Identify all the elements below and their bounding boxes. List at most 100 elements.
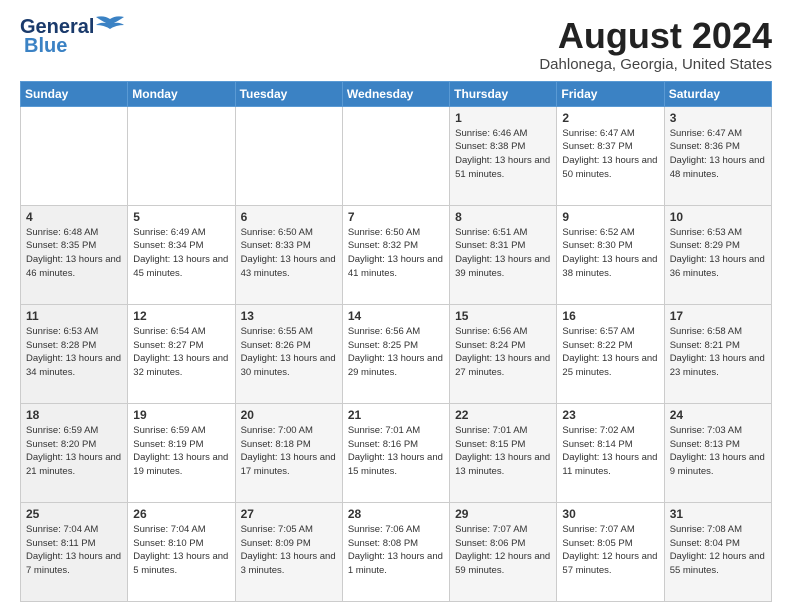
- day-info: Sunrise: 7:01 AMSunset: 8:15 PMDaylight:…: [455, 424, 551, 479]
- day-number: 28: [348, 507, 444, 521]
- calendar-cell: 4Sunrise: 6:48 AMSunset: 8:35 PMDaylight…: [21, 205, 128, 304]
- calendar-cell: 6 Sunrise: 6:50 AMSunset: 8:33 PMDaylight…: [235, 205, 342, 304]
- calendar-cell: 21Sunrise: 7:01 AMSunset: 8:16 PMDayligh…: [342, 403, 449, 502]
- day-number: 22: [455, 408, 551, 422]
- calendar-cell: [128, 106, 235, 205]
- day-info: Sunrise: 7:08 AMSunset: 8:04 PMDaylight:…: [670, 523, 766, 578]
- day-info: Sunrise: 7:04 AMSunset: 8:11 PMDaylight:…: [26, 523, 122, 578]
- day-number: 4: [26, 210, 122, 224]
- day-info: Sunrise: 6:53 AMSunset: 8:28 PMDaylight:…: [26, 325, 122, 380]
- day-number: 13: [241, 309, 337, 323]
- calendar-cell: 11Sunrise: 6:53 AMSunset: 8:28 PMDayligh…: [21, 304, 128, 403]
- calendar-cell: 16 Sunrise: 6:57 AMSunset: 8:22 PMDayligh…: [557, 304, 664, 403]
- calendar-cell: 8 Sunrise: 6:51 AMSunset: 8:31 PMDaylight…: [450, 205, 557, 304]
- header: General Blue August 2024 Dahlonega, Geor…: [20, 16, 772, 73]
- day-number: 27: [241, 507, 337, 521]
- day-info: Sunrise: 6:50 AMSunset: 8:33 PMDaylight:…: [241, 226, 337, 281]
- day-info: Sunrise: 6:49 AMSunset: 8:34 PMDaylight:…: [133, 226, 229, 281]
- calendar-cell: 17Sunrise: 6:58 AMSunset: 8:21 PMDayligh…: [664, 304, 771, 403]
- header-day-wednesday: Wednesday: [342, 81, 449, 106]
- week-row-2: 11Sunrise: 6:53 AMSunset: 8:28 PMDayligh…: [21, 304, 772, 403]
- day-number: 6: [241, 210, 337, 224]
- header-day-saturday: Saturday: [664, 81, 771, 106]
- week-row-1: 4Sunrise: 6:48 AMSunset: 8:35 PMDaylight…: [21, 205, 772, 304]
- day-number: 15: [455, 309, 551, 323]
- day-info: Sunrise: 6:47 AMSunset: 8:36 PMDaylight:…: [670, 127, 766, 182]
- day-info: Sunrise: 6:52 AMSunset: 8:30 PMDaylight:…: [562, 226, 658, 281]
- day-info: Sunrise: 6:47 AMSunset: 8:37 PMDaylight:…: [562, 127, 658, 182]
- calendar-cell: 27 Sunrise: 7:05 AMSunset: 8:09 PMDayligh…: [235, 502, 342, 601]
- calendar-cell: 15 Sunrise: 6:56 AMSunset: 8:24 PMDayligh…: [450, 304, 557, 403]
- day-number: 24: [670, 408, 766, 422]
- day-info: Sunrise: 7:07 AMSunset: 8:06 PMDaylight:…: [455, 523, 551, 578]
- header-day-friday: Friday: [557, 81, 664, 106]
- header-day-monday: Monday: [128, 81, 235, 106]
- day-info: Sunrise: 7:02 AMSunset: 8:14 PMDaylight:…: [562, 424, 658, 479]
- day-number: 7: [348, 210, 444, 224]
- location: Dahlonega, Georgia, United States: [539, 56, 772, 73]
- logo-bird-icon: [96, 15, 124, 37]
- day-info: Sunrise: 7:01 AMSunset: 8:16 PMDaylight:…: [348, 424, 444, 479]
- calendar-cell: 31Sunrise: 7:08 AMSunset: 8:04 PMDayligh…: [664, 502, 771, 601]
- calendar-cell: [21, 106, 128, 205]
- day-info: Sunrise: 6:59 AMSunset: 8:19 PMDaylight:…: [133, 424, 229, 479]
- calendar-cell: 14 Sunrise: 6:56 AMSunset: 8:25 PMDayligh…: [342, 304, 449, 403]
- logo-blue: Blue: [24, 35, 67, 58]
- calendar-cell: 2 Sunrise: 6:47 AMSunset: 8:37 PMDaylight…: [557, 106, 664, 205]
- header-day-thursday: Thursday: [450, 81, 557, 106]
- day-info: Sunrise: 7:04 AMSunset: 8:10 PMDaylight:…: [133, 523, 229, 578]
- day-number: 30: [562, 507, 658, 521]
- day-info: Sunrise: 6:59 AMSunset: 8:20 PMDaylight:…: [26, 424, 122, 479]
- day-info: Sunrise: 6:54 AMSunset: 8:27 PMDaylight:…: [133, 325, 229, 380]
- day-number: 19: [133, 408, 229, 422]
- week-row-0: 1Sunrise: 6:46 AMSunset: 8:38 PMDaylight…: [21, 106, 772, 205]
- calendar-cell: [342, 106, 449, 205]
- calendar-cell: 3 Sunrise: 6:47 AMSunset: 8:36 PMDaylight…: [664, 106, 771, 205]
- day-number: 23: [562, 408, 658, 422]
- day-info: Sunrise: 7:05 AMSunset: 8:09 PMDaylight:…: [241, 523, 337, 578]
- calendar-cell: 7Sunrise: 6:50 AMSunset: 8:32 PMDaylight…: [342, 205, 449, 304]
- calendar-cell: 23 Sunrise: 7:02 AMSunset: 8:14 PMDayligh…: [557, 403, 664, 502]
- day-info: Sunrise: 7:00 AMSunset: 8:18 PMDaylight:…: [241, 424, 337, 479]
- month-title: August 2024: [539, 16, 772, 56]
- calendar-cell: 5Sunrise: 6:49 AMSunset: 8:34 PMDaylight…: [128, 205, 235, 304]
- day-number: 12: [133, 309, 229, 323]
- day-info: Sunrise: 7:07 AMSunset: 8:05 PMDaylight:…: [562, 523, 658, 578]
- day-info: Sunrise: 6:46 AMSunset: 8:38 PMDaylight:…: [455, 127, 551, 182]
- day-info: Sunrise: 6:51 AMSunset: 8:31 PMDaylight:…: [455, 226, 551, 281]
- calendar-cell: 1Sunrise: 6:46 AMSunset: 8:38 PMDaylight…: [450, 106, 557, 205]
- header-row: SundayMondayTuesdayWednesdayThursdayFrid…: [21, 81, 772, 106]
- calendar-table: SundayMondayTuesdayWednesdayThursdayFrid…: [20, 81, 772, 602]
- calendar-cell: 19 Sunrise: 6:59 AMSunset: 8:19 PMDayligh…: [128, 403, 235, 502]
- day-number: 3: [670, 111, 766, 125]
- day-info: Sunrise: 6:56 AMSunset: 8:24 PMDaylight:…: [455, 325, 551, 380]
- day-number: 20: [241, 408, 337, 422]
- day-info: Sunrise: 7:03 AMSunset: 8:13 PMDaylight:…: [670, 424, 766, 479]
- calendar-cell: 13Sunrise: 6:55 AMSunset: 8:26 PMDayligh…: [235, 304, 342, 403]
- day-number: 14: [348, 309, 444, 323]
- calendar-cell: 26Sunrise: 7:04 AMSunset: 8:10 PMDayligh…: [128, 502, 235, 601]
- day-number: 2: [562, 111, 658, 125]
- calendar-body: 1Sunrise: 6:46 AMSunset: 8:38 PMDaylight…: [21, 106, 772, 601]
- header-day-sunday: Sunday: [21, 81, 128, 106]
- calendar-cell: 12 Sunrise: 6:54 AMSunset: 8:27 PMDayligh…: [128, 304, 235, 403]
- calendar-cell: 29 Sunrise: 7:07 AMSunset: 8:06 PMDayligh…: [450, 502, 557, 601]
- day-number: 8: [455, 210, 551, 224]
- day-number: 18: [26, 408, 122, 422]
- day-number: 17: [670, 309, 766, 323]
- day-info: Sunrise: 6:53 AMSunset: 8:29 PMDaylight:…: [670, 226, 766, 281]
- logo: General Blue: [20, 16, 124, 58]
- day-info: Sunrise: 6:56 AMSunset: 8:25 PMDaylight:…: [348, 325, 444, 380]
- day-number: 29: [455, 507, 551, 521]
- calendar-cell: 18 Sunrise: 6:59 AMSunset: 8:20 PMDayligh…: [21, 403, 128, 502]
- calendar-cell: 9 Sunrise: 6:52 AMSunset: 8:30 PMDaylight…: [557, 205, 664, 304]
- title-area: August 2024 Dahlonega, Georgia, United S…: [539, 16, 772, 73]
- calendar-header: SundayMondayTuesdayWednesdayThursdayFrid…: [21, 81, 772, 106]
- week-row-4: 25Sunrise: 7:04 AMSunset: 8:11 PMDayligh…: [21, 502, 772, 601]
- day-number: 16: [562, 309, 658, 323]
- calendar-cell: 24 Sunrise: 7:03 AMSunset: 8:13 PMDayligh…: [664, 403, 771, 502]
- day-number: 9: [562, 210, 658, 224]
- page: General Blue August 2024 Dahlonega, Geor…: [0, 0, 792, 612]
- day-info: Sunrise: 6:57 AMSunset: 8:22 PMDaylight:…: [562, 325, 658, 380]
- calendar-cell: 28Sunrise: 7:06 AMSunset: 8:08 PMDayligh…: [342, 502, 449, 601]
